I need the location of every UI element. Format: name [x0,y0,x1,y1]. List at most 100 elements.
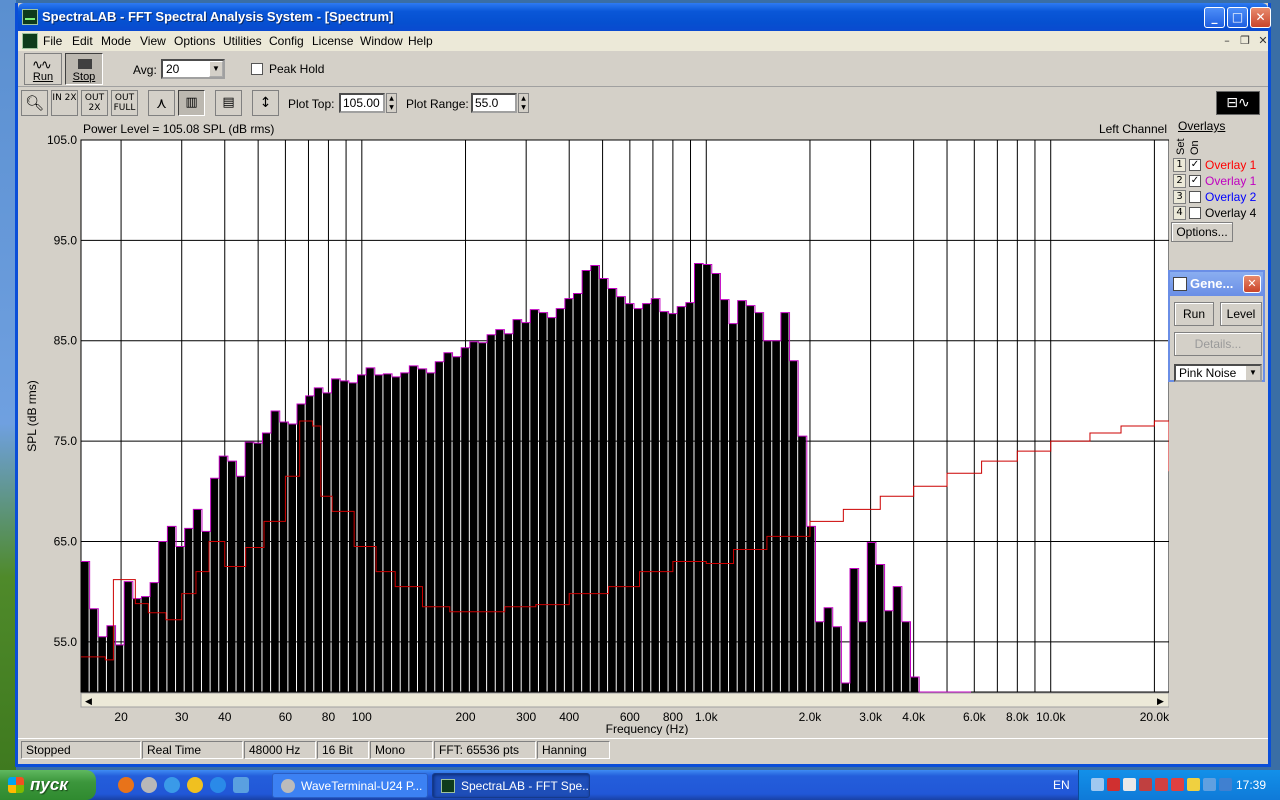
menu-utilities[interactable]: Utilities [223,34,262,48]
spectrum-bar [271,410,279,692]
menu-file[interactable]: File [43,34,62,48]
x-tick-label: 100 [352,710,372,724]
mdi-minimize-button[interactable]: – [1220,34,1234,48]
firefox-icon[interactable] [118,777,134,793]
spectrum-bar [780,312,789,692]
overlay-set-button[interactable]: 3 [1173,190,1186,204]
run-button[interactable]: ∿∿ Run [24,53,62,85]
generator-title-bar[interactable]: Gene... ✕ [1170,272,1263,296]
generator-close-button[interactable]: ✕ [1243,275,1261,293]
spectrum-plot-panel: 55.0 65.0 75.0 85.0 95.0 105.0 20 30 40 60 80 100 20… [21,120,1169,735]
bar-plot-button[interactable]: ▥ [178,90,205,116]
media-icon[interactable] [141,777,157,793]
app-icon[interactable] [22,9,38,25]
status-state: Stopped [21,741,141,759]
spectrum-bar [711,273,720,692]
spectrum-bar [452,356,461,692]
plot-top-spinner[interactable]: ▲ ▼ [386,93,397,113]
plot-range-spinner[interactable]: ▲ ▼ [518,93,529,113]
task-waveterminal[interactable]: WaveTerminal-U24 P... [272,773,428,798]
peak-hold-checkbox[interactable] [251,63,263,75]
spectrum-bar [746,305,754,692]
overlay-set-button[interactable]: 4 [1173,206,1186,220]
spectrum-bar [789,360,798,692]
tray-app-icon[interactable] [1107,778,1120,791]
spectrum-bar [176,546,184,692]
spectrum-bar [210,478,219,692]
volume-icon[interactable] [1123,778,1136,791]
spectrum-bar [806,526,815,692]
menu-license[interactable]: License [312,34,353,48]
ie-icon[interactable] [210,777,226,793]
menu-mode[interactable]: Mode [101,34,131,48]
spectrum-bar [478,342,487,692]
spectrum-bar [642,303,651,692]
magnifier-button[interactable]: 🔍︎ [21,90,48,116]
menu-help[interactable]: Help [408,34,433,48]
run-label: Run [32,71,54,83]
menu-window[interactable]: Window [360,34,403,48]
chevron-down-icon[interactable]: ▼ [1246,366,1260,380]
spectrum-bar [625,303,634,692]
mdi-restore-button[interactable]: ❐ [1238,34,1252,48]
generator-details-button[interactable]: Details... [1174,332,1262,356]
start-button[interactable]: пуск [0,770,96,800]
spectrum-chart[interactable]: 55.0 65.0 75.0 85.0 95.0 105.0 20 30 40 60 80 100 20… [21,120,1169,735]
autoscale-button[interactable]: ↕ [252,90,279,116]
x-tick-label: 40 [218,710,232,724]
overlay-set-button[interactable]: 1 [1173,158,1186,172]
tray-app-icon[interactable] [1203,778,1216,791]
generator-level-button[interactable]: Level [1220,302,1262,326]
menu-edit[interactable]: Edit [72,34,93,48]
menu-config[interactable]: Config [269,34,304,48]
stop-button[interactable]: Stop [65,53,103,85]
generator-signal-select[interactable]: Pink Noise ▼ [1174,364,1262,382]
spectrum-bar [582,270,590,692]
menu-view[interactable]: View [140,34,166,48]
tray-app-icon[interactable] [1219,778,1232,791]
title-bar[interactable]: SpectraLAB - FFT Spectral Analysis Syste… [18,3,1271,31]
chevron-down-icon[interactable]: ▼ [209,61,223,77]
overlay-name: Overlay 2 [1205,190,1257,204]
plot-background [80,139,1169,693]
overlay-on-checkbox[interactable] [1189,191,1201,203]
language-indicator[interactable]: EN [1053,778,1070,792]
tray-app-icon[interactable] [1139,778,1152,791]
menu-options[interactable]: Options [174,34,215,48]
search-icon[interactable] [164,777,180,793]
overlays-header[interactable]: Overlays [1178,119,1225,133]
maximize-button[interactable]: □ [1227,7,1248,28]
task-spectralab[interactable]: SpectraLAB - FFT Spe... [432,773,590,798]
zoom-out-button[interactable]: OUT 2X [81,90,108,116]
minimize-button[interactable]: _ [1204,7,1225,28]
table-view-button[interactable]: ▤ [215,90,242,116]
tray-app-icon[interactable] [1187,778,1200,791]
avg-select[interactable]: 20 ▼ [161,59,225,79]
overlay-on-checkbox[interactable]: ✓ [1189,159,1201,171]
spectrum-bar [547,317,556,692]
spectrum-bar [409,365,417,692]
plot-top-input[interactable]: 105.00 [339,93,385,113]
overlay-on-checkbox[interactable]: ✓ [1189,175,1201,187]
overlay-on-checkbox[interactable] [1189,207,1201,219]
tray-app-icon[interactable] [1171,778,1184,791]
child-window-icon[interactable] [22,33,38,49]
overlay-set-button[interactable]: 2 [1173,174,1186,188]
zoom-in-button[interactable]: IN 2X [51,90,78,116]
mdi-close-button[interactable]: ✕ [1256,34,1270,48]
line-plot-button[interactable]: ⋏ [148,90,175,116]
close-button[interactable]: ✕ [1250,7,1271,28]
overlay-options-button[interactable]: Options... [1171,222,1233,242]
network-icon[interactable] [1091,778,1104,791]
show-desktop-icon[interactable] [233,777,249,793]
status-mode: Real Time [142,741,243,759]
zoom-full-button[interactable]: OUT FULL [111,90,138,116]
generator-run-button[interactable]: Run [1174,302,1214,326]
x-tick-label: 60 [279,710,293,724]
spectrum-bar [513,319,521,692]
plot-range-label: Plot Range: [406,97,469,111]
plot-range-input[interactable]: 55.0 [471,93,517,113]
tray-app-icon[interactable] [1155,778,1168,791]
spectrum-bar [573,293,582,692]
player-icon[interactable] [187,777,203,793]
